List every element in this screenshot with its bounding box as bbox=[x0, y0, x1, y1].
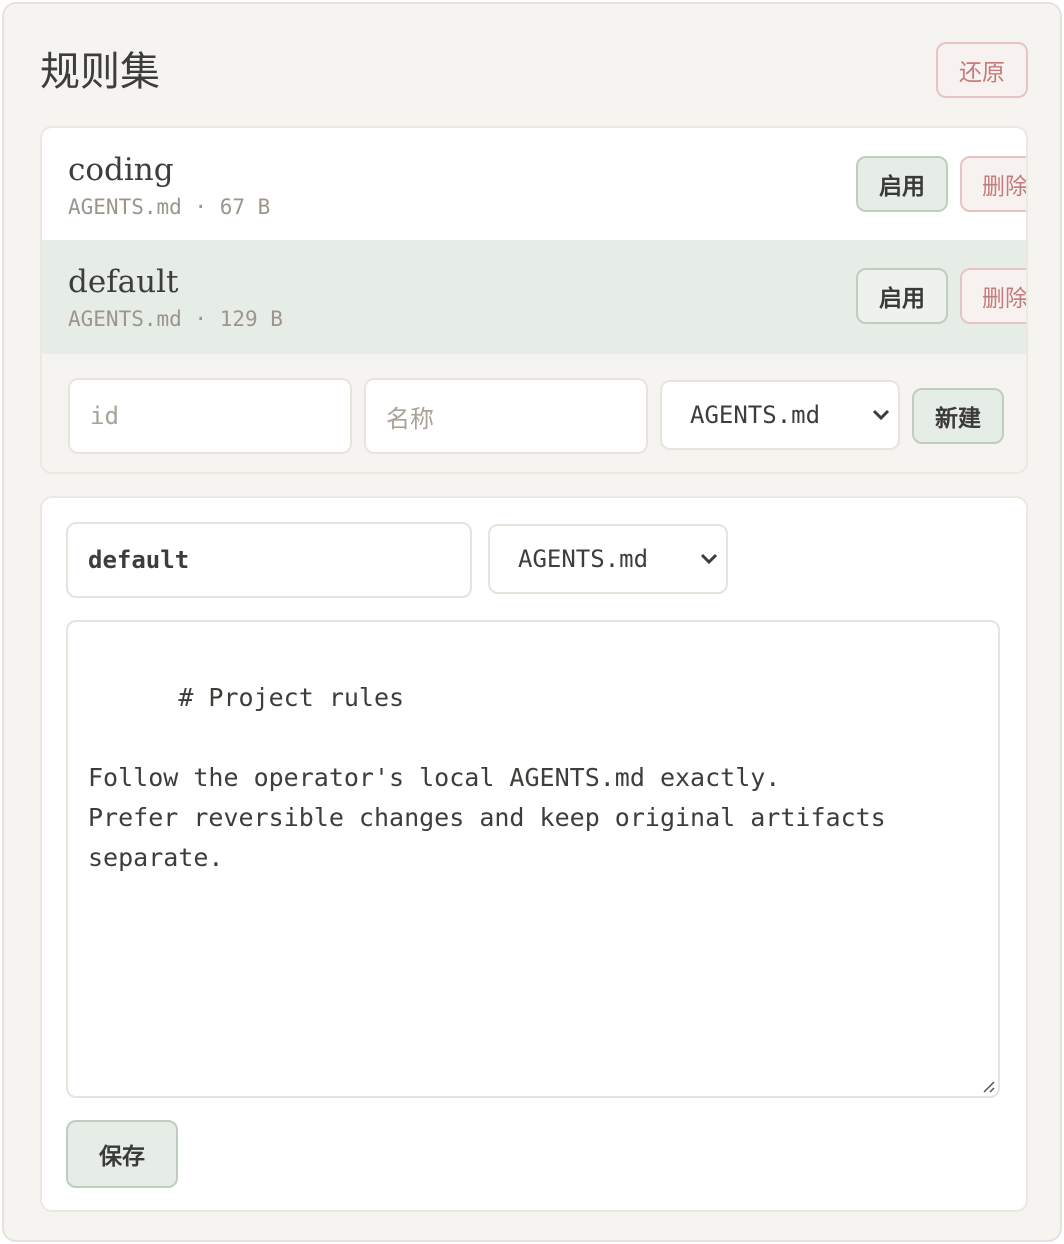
enable-button[interactable]: 启用 bbox=[856, 268, 948, 324]
delete-button[interactable]: 删除 bbox=[960, 268, 1026, 324]
page-title: 规则集 bbox=[40, 49, 160, 95]
id-input[interactable]: id bbox=[68, 378, 352, 454]
rulesets-panel: 规则集 还原 coding AGENTS.md · 67 B 启用 删除 def… bbox=[2, 2, 1062, 1242]
rules-content: # Project rules Follow the operator's lo… bbox=[88, 683, 886, 872]
rules-content-textarea[interactable]: # Project rules Follow the operator's lo… bbox=[66, 620, 1000, 1098]
ruleset-editor: default AGENTS.md # Project rules Follow… bbox=[40, 496, 1028, 1212]
file-select-value: AGENTS.md bbox=[690, 401, 821, 429]
ruleset-row-default[interactable]: default AGENTS.md · 129 B 启用 删除 bbox=[42, 240, 1026, 354]
ruleset-name: coding bbox=[68, 152, 174, 188]
restore-button[interactable]: 还原 bbox=[936, 42, 1028, 98]
ruleset-row-coding[interactable]: coding AGENTS.md · 67 B 启用 删除 bbox=[42, 128, 1026, 240]
ruleset-meta: AGENTS.md · 67 B bbox=[68, 195, 271, 219]
create-button[interactable]: 新建 bbox=[912, 388, 1004, 444]
chevron-down-icon bbox=[872, 409, 890, 421]
chevron-down-icon bbox=[700, 553, 718, 565]
ruleset-name: default bbox=[68, 264, 179, 300]
save-button[interactable]: 保存 bbox=[66, 1120, 178, 1188]
name-input[interactable]: 名称 bbox=[364, 378, 648, 454]
editor-file-select[interactable]: AGENTS.md bbox=[488, 524, 728, 594]
file-select[interactable]: AGENTS.md bbox=[660, 380, 900, 450]
ruleset-meta: AGENTS.md · 129 B bbox=[68, 307, 283, 331]
new-ruleset-form: id 名称 AGENTS.md 新建 bbox=[42, 354, 1026, 472]
delete-button[interactable]: 删除 bbox=[960, 156, 1026, 212]
ruleset-id-field[interactable]: default bbox=[66, 522, 472, 598]
resize-handle-icon[interactable] bbox=[980, 1078, 996, 1094]
editor-file-select-value: AGENTS.md bbox=[518, 545, 649, 573]
ruleset-list: coding AGENTS.md · 67 B 启用 删除 default AG… bbox=[40, 126, 1028, 474]
enable-button[interactable]: 启用 bbox=[856, 156, 948, 212]
